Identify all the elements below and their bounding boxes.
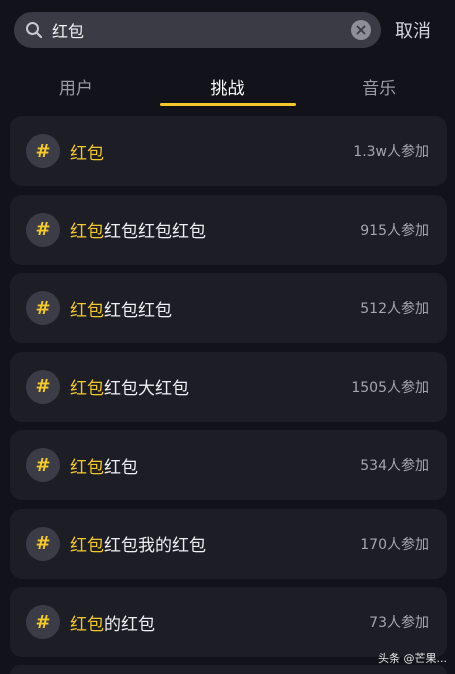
watermark: 头条 @芒果...	[378, 652, 447, 665]
tab-challenges[interactable]: 挑战	[152, 60, 304, 112]
challenge-title: 红包红包红包	[70, 296, 360, 321]
list-item[interactable]: # 红包红包大红包 1505人参加	[10, 351, 447, 422]
list-item[interactable]: # 红包红包我的红包 170人参加	[10, 508, 447, 579]
cancel-button[interactable]: 取消	[395, 17, 431, 43]
list-item[interactable]: # 红包的红包 73人参加	[10, 587, 447, 657]
keyword-highlight: 红包	[70, 379, 104, 399]
hashtag-icon: #	[26, 212, 60, 247]
keyword-highlight: 红包	[70, 614, 104, 635]
list-item[interactable]: # 红包红包红包 512人参加	[10, 273, 447, 343]
search-icon	[24, 20, 44, 40]
clear-icon[interactable]	[351, 20, 371, 40]
challenge-title: 红包红包	[70, 453, 360, 478]
hashtag-icon: #	[26, 291, 60, 325]
title-rest: 红包大红包	[104, 379, 189, 399]
keyword-highlight: 红包	[70, 536, 104, 556]
list-item[interactable]: # 红包红包 534人参加	[10, 430, 447, 500]
tab-label: 挑战	[210, 79, 245, 99]
search-bar: 取消	[0, 0, 455, 60]
keyword-highlight: 红包	[70, 222, 104, 242]
hashtag-icon: #	[26, 526, 60, 561]
participant-count: 170人参加	[360, 536, 429, 553]
challenge-result-list: # 红包 1.3w人参加 # 红包红包红包红包 915人参加 # 红包红包红包 …	[10, 116, 447, 666]
participant-count: 1.3w人参加	[353, 144, 429, 160]
participant-count: 1505人参加	[351, 379, 429, 396]
tab-music[interactable]: 音乐	[303, 60, 455, 112]
tab-label: 音乐	[362, 79, 397, 99]
hashtag-icon: #	[26, 134, 60, 168]
list-item[interactable]: # 红包红包红包红包 915人参加	[10, 194, 447, 265]
list-item-partial[interactable]	[10, 665, 447, 674]
title-rest: 红包	[104, 457, 138, 478]
title-rest: 红包我的红包	[104, 536, 206, 556]
participant-count: 512人参加	[360, 301, 429, 317]
search-results-page: 取消 用户 挑战 音乐 # 红包 1.3w人参加 # 红包红包红包红包 915人…	[0, 0, 455, 674]
keyword-highlight: 红包	[70, 457, 104, 478]
challenge-title: 红包的红包	[70, 610, 369, 635]
challenge-title: 红包红包我的红包	[70, 531, 360, 556]
keyword-highlight: 红包	[70, 143, 104, 164]
participant-count: 534人参加	[360, 458, 429, 474]
challenge-title: 红包	[70, 139, 353, 164]
participant-count: 915人参加	[360, 222, 429, 239]
list-item[interactable]: # 红包 1.3w人参加	[10, 116, 447, 186]
active-tab-indicator	[159, 103, 296, 106]
title-rest: 的红包	[104, 614, 155, 635]
search-box[interactable]	[14, 12, 381, 48]
tab-bar: 用户 挑战 音乐	[0, 60, 455, 112]
search-input[interactable]	[52, 20, 351, 40]
tab-label: 用户	[58, 79, 93, 99]
participant-count: 73人参加	[369, 615, 429, 631]
title-rest: 红包红包	[104, 300, 172, 321]
tab-users[interactable]: 用户	[0, 60, 152, 112]
keyword-highlight: 红包	[70, 300, 104, 321]
hashtag-icon: #	[26, 369, 60, 404]
challenge-title: 红包红包大红包	[70, 374, 351, 399]
hashtag-icon: #	[26, 448, 60, 482]
hashtag-icon: #	[26, 605, 60, 639]
challenge-title: 红包红包红包红包	[70, 217, 360, 242]
title-rest: 红包红包红包	[104, 222, 206, 242]
